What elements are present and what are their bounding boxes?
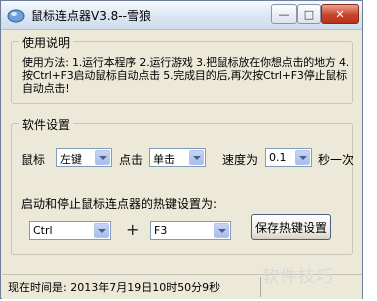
hotkey-modifier-value: Ctrl: [33, 224, 53, 237]
app-window: 鼠标连点器V3.8--雪狼 — □ ✕ 使用说明 使用方法: 1.运行本程序 2…: [0, 0, 363, 299]
chevron-down-icon[interactable]: [95, 150, 110, 165]
chevron-down-icon[interactable]: [295, 150, 310, 165]
maximize-icon: □: [303, 7, 315, 21]
save-hotkey-button[interactable]: 保存热键设置: [251, 214, 331, 240]
hotkey-label: 启动和停止鼠标连点器的热键设置为:: [21, 197, 218, 211]
hotkey-modifier-select[interactable]: Ctrl: [29, 221, 111, 240]
usage-group-title: 使用说明: [19, 34, 74, 51]
watermark-text: 软件技巧: [262, 267, 334, 287]
click-type-value: 单击: [153, 153, 175, 166]
mouse-label: 鼠标: [21, 153, 46, 167]
speed-label: 速度为: [222, 153, 259, 167]
usage-instructions-text: 使用方法: 1.运行本程序 2.运行游戏 3.把鼠标放在你想点击的地方 4.按C…: [22, 56, 350, 95]
status-separator: [260, 277, 261, 297]
hotkey-key-value: F3: [154, 224, 168, 237]
mouse-button-value: 左键: [60, 153, 82, 166]
click-label: 点击: [119, 153, 144, 167]
click-type-select[interactable]: 单击: [149, 148, 206, 167]
mouse-app-icon: [7, 9, 25, 23]
speed-select[interactable]: 0.1: [265, 148, 312, 167]
plus-sign: +: [126, 220, 140, 239]
settings-group-title: 软件设置: [19, 116, 74, 133]
speed-value: 0.1: [269, 151, 287, 164]
chevron-down-icon[interactable]: [94, 223, 109, 238]
window-title: 鼠标连点器V3.8--雪狼: [31, 9, 151, 23]
minimize-button[interactable]: —: [271, 4, 297, 24]
speed-unit-label: 秒一次: [318, 153, 355, 167]
hotkey-key-select[interactable]: F3: [150, 221, 231, 240]
mouse-button-select[interactable]: 左键: [56, 148, 112, 167]
maximize-button[interactable]: □: [297, 4, 321, 24]
close-icon: ✕: [335, 7, 345, 21]
usage-instructions-group: 使用说明 使用方法: 1.运行本程序 2.运行游戏 3.把鼠标放在你想点击的地方…: [11, 34, 353, 104]
chevron-down-icon[interactable]: [214, 223, 229, 238]
current-time-text: 现在时间是: 2013年7月19日10时50分9秒: [8, 281, 221, 294]
title-bar[interactable]: 鼠标连点器V3.8--雪狼 — □ ✕: [1, 1, 362, 30]
close-button[interactable]: ✕: [321, 4, 359, 24]
minimize-icon: —: [278, 7, 290, 21]
chevron-down-icon[interactable]: [189, 150, 204, 165]
